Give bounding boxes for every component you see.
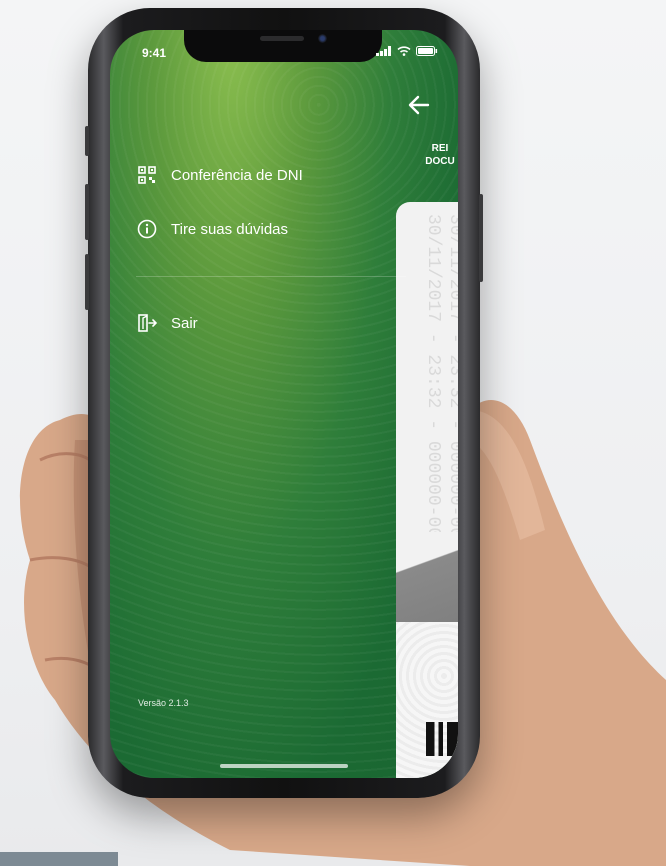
speaker-grill xyxy=(260,36,304,41)
mute-switch xyxy=(85,126,89,156)
document-heading-line: DOCU xyxy=(425,156,455,167)
power-button xyxy=(479,194,483,282)
back-arrow-icon[interactable] xyxy=(406,94,432,116)
document-heading: REI DOCU xyxy=(410,142,458,168)
volume-down-button xyxy=(85,254,89,310)
app-version: Versão 2.1.3 xyxy=(138,698,189,708)
info-icon xyxy=(136,218,158,240)
phone-frame: 30/11/2017 - 23:32 - 000000-00-0000-0 30… xyxy=(85,8,483,798)
phone-notch xyxy=(184,30,382,62)
status-icons xyxy=(376,46,438,56)
qr-code-image xyxy=(426,722,458,756)
menu-item-conferencia-dni[interactable]: Conferência de DNI xyxy=(136,164,303,186)
status-time: 9:41 xyxy=(142,46,167,60)
bottom-strip xyxy=(0,852,118,866)
battery-icon xyxy=(416,46,438,56)
logout-icon xyxy=(136,312,158,334)
signal-icon xyxy=(376,46,391,56)
menu-item-label: Sair xyxy=(171,314,198,332)
document-card[interactable]: 30/11/2017 - 23:32 - 000000-00-0000-0 30… xyxy=(396,202,458,778)
menu-item-tire-duvidas[interactable]: Tire suas dúvidas xyxy=(136,218,288,240)
volume-up-button xyxy=(85,184,89,240)
menu-item-label: Conferência de DNI xyxy=(171,166,303,184)
app-screen: 30/11/2017 - 23:32 - 000000-00-0000-0 30… xyxy=(110,30,458,778)
document-heading-line: REI xyxy=(431,143,449,154)
front-camera xyxy=(318,34,327,43)
menu-item-label: Tire suas dúvidas xyxy=(171,220,288,238)
qr-code-icon xyxy=(136,164,158,186)
wifi-icon xyxy=(397,46,411,56)
menu-item-sair[interactable]: Sair xyxy=(136,312,198,334)
home-indicator[interactable] xyxy=(220,764,348,768)
menu-divider xyxy=(136,276,406,277)
document-card-shape xyxy=(396,532,458,622)
